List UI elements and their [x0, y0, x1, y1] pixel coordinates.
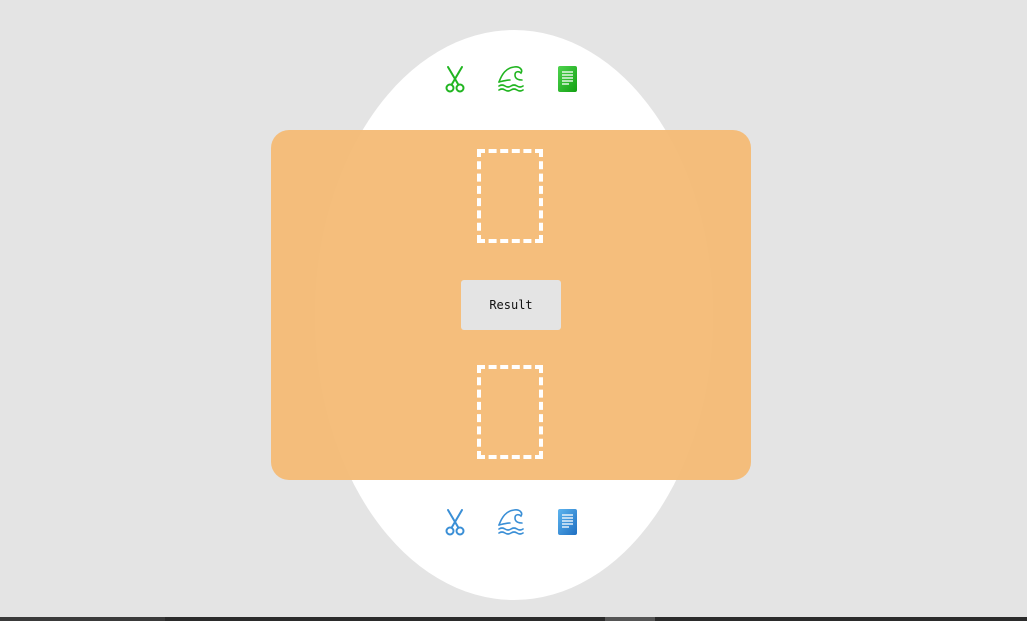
player-paper-icon[interactable]	[556, 505, 590, 539]
player-choices	[440, 505, 585, 539]
game-stage: Result	[0, 0, 1027, 621]
opponent-choice-slot	[477, 149, 543, 243]
taskbar-segment	[605, 617, 655, 621]
player-choice-slot[interactable]	[477, 365, 543, 459]
opponent-scissors-icon[interactable]	[440, 62, 474, 96]
player-wave-icon[interactable]	[496, 505, 530, 539]
opponent-wave-icon[interactable]	[496, 62, 530, 96]
taskbar-strip	[0, 617, 1027, 621]
taskbar-segment	[0, 617, 165, 621]
result-button[interactable]: Result	[461, 280, 561, 330]
player-scissors-icon[interactable]	[440, 505, 474, 539]
opponent-choices	[440, 62, 585, 96]
opponent-paper-icon[interactable]	[556, 62, 590, 96]
